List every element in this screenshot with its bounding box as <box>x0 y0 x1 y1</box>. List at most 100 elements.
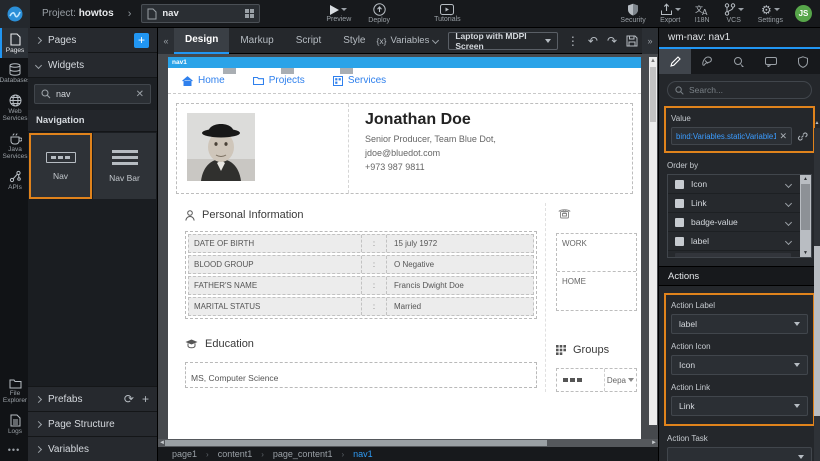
action-icon-select[interactable]: Icon <box>671 355 808 375</box>
page-name-input[interactable] <box>162 8 240 19</box>
contact-list[interactable]: WORK HOME <box>556 233 637 311</box>
group-truncated-cell[interactable]: Depa <box>604 369 636 391</box>
collapse-left-panel-button[interactable]: « <box>158 28 174 54</box>
actions-section-header[interactable]: Actions <box>659 266 820 286</box>
variables-section-header[interactable]: Variables <box>28 436 157 461</box>
undo-icon[interactable]: ↶ <box>588 35 598 47</box>
widget-handle[interactable] <box>340 68 353 74</box>
clear-search-icon[interactable]: ✕ <box>136 89 144 100</box>
i18n-button[interactable]: 文A I18N <box>695 4 710 24</box>
rail-item-logs[interactable]: Logs <box>0 409 28 439</box>
breadcrumb-content1[interactable]: content1 <box>218 449 253 459</box>
canvas-page[interactable]: nav1 Home Projects Servic <box>168 57 641 439</box>
tab-script[interactable]: Script <box>285 28 333 54</box>
order-by-item-icon[interactable]: Icon <box>668 175 811 194</box>
order-by-scrollbar[interactable]: ▲ ▼ <box>800 175 811 257</box>
export-button[interactable]: Export <box>660 3 681 24</box>
scroll-right-icon[interactable]: ► <box>651 439 657 447</box>
panel-scrollbar[interactable]: ▲ <box>814 128 820 461</box>
rail-item-file-explorer[interactable]: File Explorer <box>0 373 28 409</box>
checkbox[interactable] <box>675 218 684 227</box>
save-icon[interactable] <box>626 35 638 47</box>
action-label-select[interactable]: label <box>671 314 808 334</box>
order-by-item-label[interactable]: label <box>668 232 811 251</box>
tab-markup[interactable]: Markup <box>229 28 284 54</box>
breadcrumb-nav1[interactable]: nav1 <box>353 449 373 459</box>
scroll-up-icon[interactable]: ▲ <box>814 120 820 126</box>
prefabs-section-header[interactable]: Prefabs ⟳+ <box>28 386 157 411</box>
tab-events[interactable] <box>723 49 755 74</box>
more-options-icon[interactable]: ••• <box>0 439 28 461</box>
personal-info-table[interactable]: DATE OF BIRTH : 15 july 1972 BLOOD GROUP… <box>185 231 537 319</box>
device-select[interactable]: Laptop with MDPI Screen <box>448 32 558 50</box>
rail-item-java-services[interactable]: Java Services <box>0 127 28 165</box>
scroll-down-icon[interactable]: ▼ <box>800 250 811 256</box>
settings-button[interactable]: ⚙ Settings <box>758 4 783 24</box>
widget-handle[interactable] <box>281 68 294 74</box>
nav-link-projects[interactable]: Projects <box>253 75 305 86</box>
tab-security[interactable] <box>787 49 819 74</box>
chevron-down-icon[interactable] <box>785 218 792 225</box>
add-page-button[interactable]: + <box>134 33 149 48</box>
tab-properties[interactable] <box>659 49 691 74</box>
tab-design[interactable]: Design <box>174 28 229 54</box>
order-by-item-link[interactable]: Link <box>668 194 811 213</box>
variables-dropdown[interactable]: {x} Variables <box>377 35 439 46</box>
education-item[interactable]: MS, Computer Science <box>185 362 537 388</box>
checkbox[interactable] <box>675 199 684 208</box>
user-avatar[interactable]: JS <box>795 5 812 22</box>
action-link-select[interactable]: Link <box>671 396 808 416</box>
widget-handle[interactable] <box>223 68 236 74</box>
widgets-section-header[interactable]: Widgets <box>28 53 157 78</box>
collapse-right-panel-button[interactable]: » <box>642 28 658 54</box>
checkbox[interactable] <box>675 237 684 246</box>
tab-devices[interactable] <box>755 49 787 74</box>
nav-link-home[interactable]: Home <box>182 75 225 86</box>
properties-search[interactable] <box>667 81 812 99</box>
widget-search-box[interactable]: ✕ <box>34 84 151 104</box>
table-row[interactable]: DATE OF BIRTH : 15 july 1972 <box>188 234 534 253</box>
pages-grid-icon[interactable] <box>245 9 254 18</box>
rail-item-pages[interactable]: Pages <box>0 28 28 58</box>
breadcrumb-page1[interactable]: page1 <box>172 449 197 459</box>
widget-tile-nav-bar[interactable]: Nav Bar <box>93 133 156 199</box>
checkbox[interactable] <box>675 180 684 189</box>
chevron-down-icon[interactable] <box>785 180 792 187</box>
tutorials-button[interactable]: Tutorials <box>434 4 461 23</box>
nav-link-services[interactable]: Services <box>333 75 386 86</box>
breadcrumb-page-content1[interactable]: page_content1 <box>273 449 333 459</box>
scroll-up-icon[interactable]: ▲ <box>649 57 657 65</box>
order-by-list[interactable]: Icon Link badge-value <box>667 174 812 258</box>
value-binding-input[interactable]: bind:Variables.staticVariable1.dataSet ✕ <box>671 127 792 145</box>
chevron-down-icon[interactable] <box>785 237 792 244</box>
table-row[interactable]: FATHER'S NAME : Francis Dwight Doe <box>188 276 534 295</box>
rail-item-databases[interactable]: Databases <box>0 58 28 88</box>
app-logo[interactable] <box>0 0 30 28</box>
properties-search-input[interactable] <box>689 85 804 95</box>
pages-section-header[interactable]: Pages + <box>28 28 157 53</box>
security-button[interactable]: Security <box>620 3 645 24</box>
scroll-up-icon[interactable]: ▲ <box>800 176 811 182</box>
tab-style[interactable]: Style <box>332 28 376 54</box>
canvas-vertical-scrollbar[interactable]: ▲ <box>649 57 657 425</box>
refresh-icon[interactable]: ⟳ <box>124 392 134 406</box>
table-row[interactable]: BLOOD GROUP : O Negative <box>188 255 534 274</box>
tab-styles[interactable] <box>691 49 723 74</box>
clear-binding-icon[interactable]: ✕ <box>776 131 787 142</box>
widget-tile-nav[interactable]: Nav <box>29 133 92 199</box>
profile-card[interactable]: Jonathan Doe Senior Producer, Team Blue … <box>176 103 633 194</box>
selected-widget-bar[interactable]: nav1 <box>168 57 641 68</box>
rail-item-apis[interactable]: APIs <box>0 165 28 195</box>
bind-link-icon[interactable] <box>797 131 808 142</box>
add-prefab-icon[interactable]: + <box>142 392 149 406</box>
page-structure-section-header[interactable]: Page Structure <box>28 411 157 436</box>
list-item[interactable]: HOME <box>557 272 636 310</box>
vcs-button[interactable]: VCS <box>724 3 744 24</box>
list-item[interactable]: WORK <box>557 234 636 272</box>
rail-item-web-services[interactable]: Web Services <box>0 89 28 127</box>
widget-search-input[interactable] <box>56 89 131 99</box>
order-by-item-badge-value[interactable]: badge-value <box>668 213 811 232</box>
deploy-button[interactable]: Deploy <box>368 3 390 24</box>
more-menu-icon[interactable]: ⋮ <box>567 35 579 47</box>
groups-row[interactable]: Depa <box>556 368 637 392</box>
